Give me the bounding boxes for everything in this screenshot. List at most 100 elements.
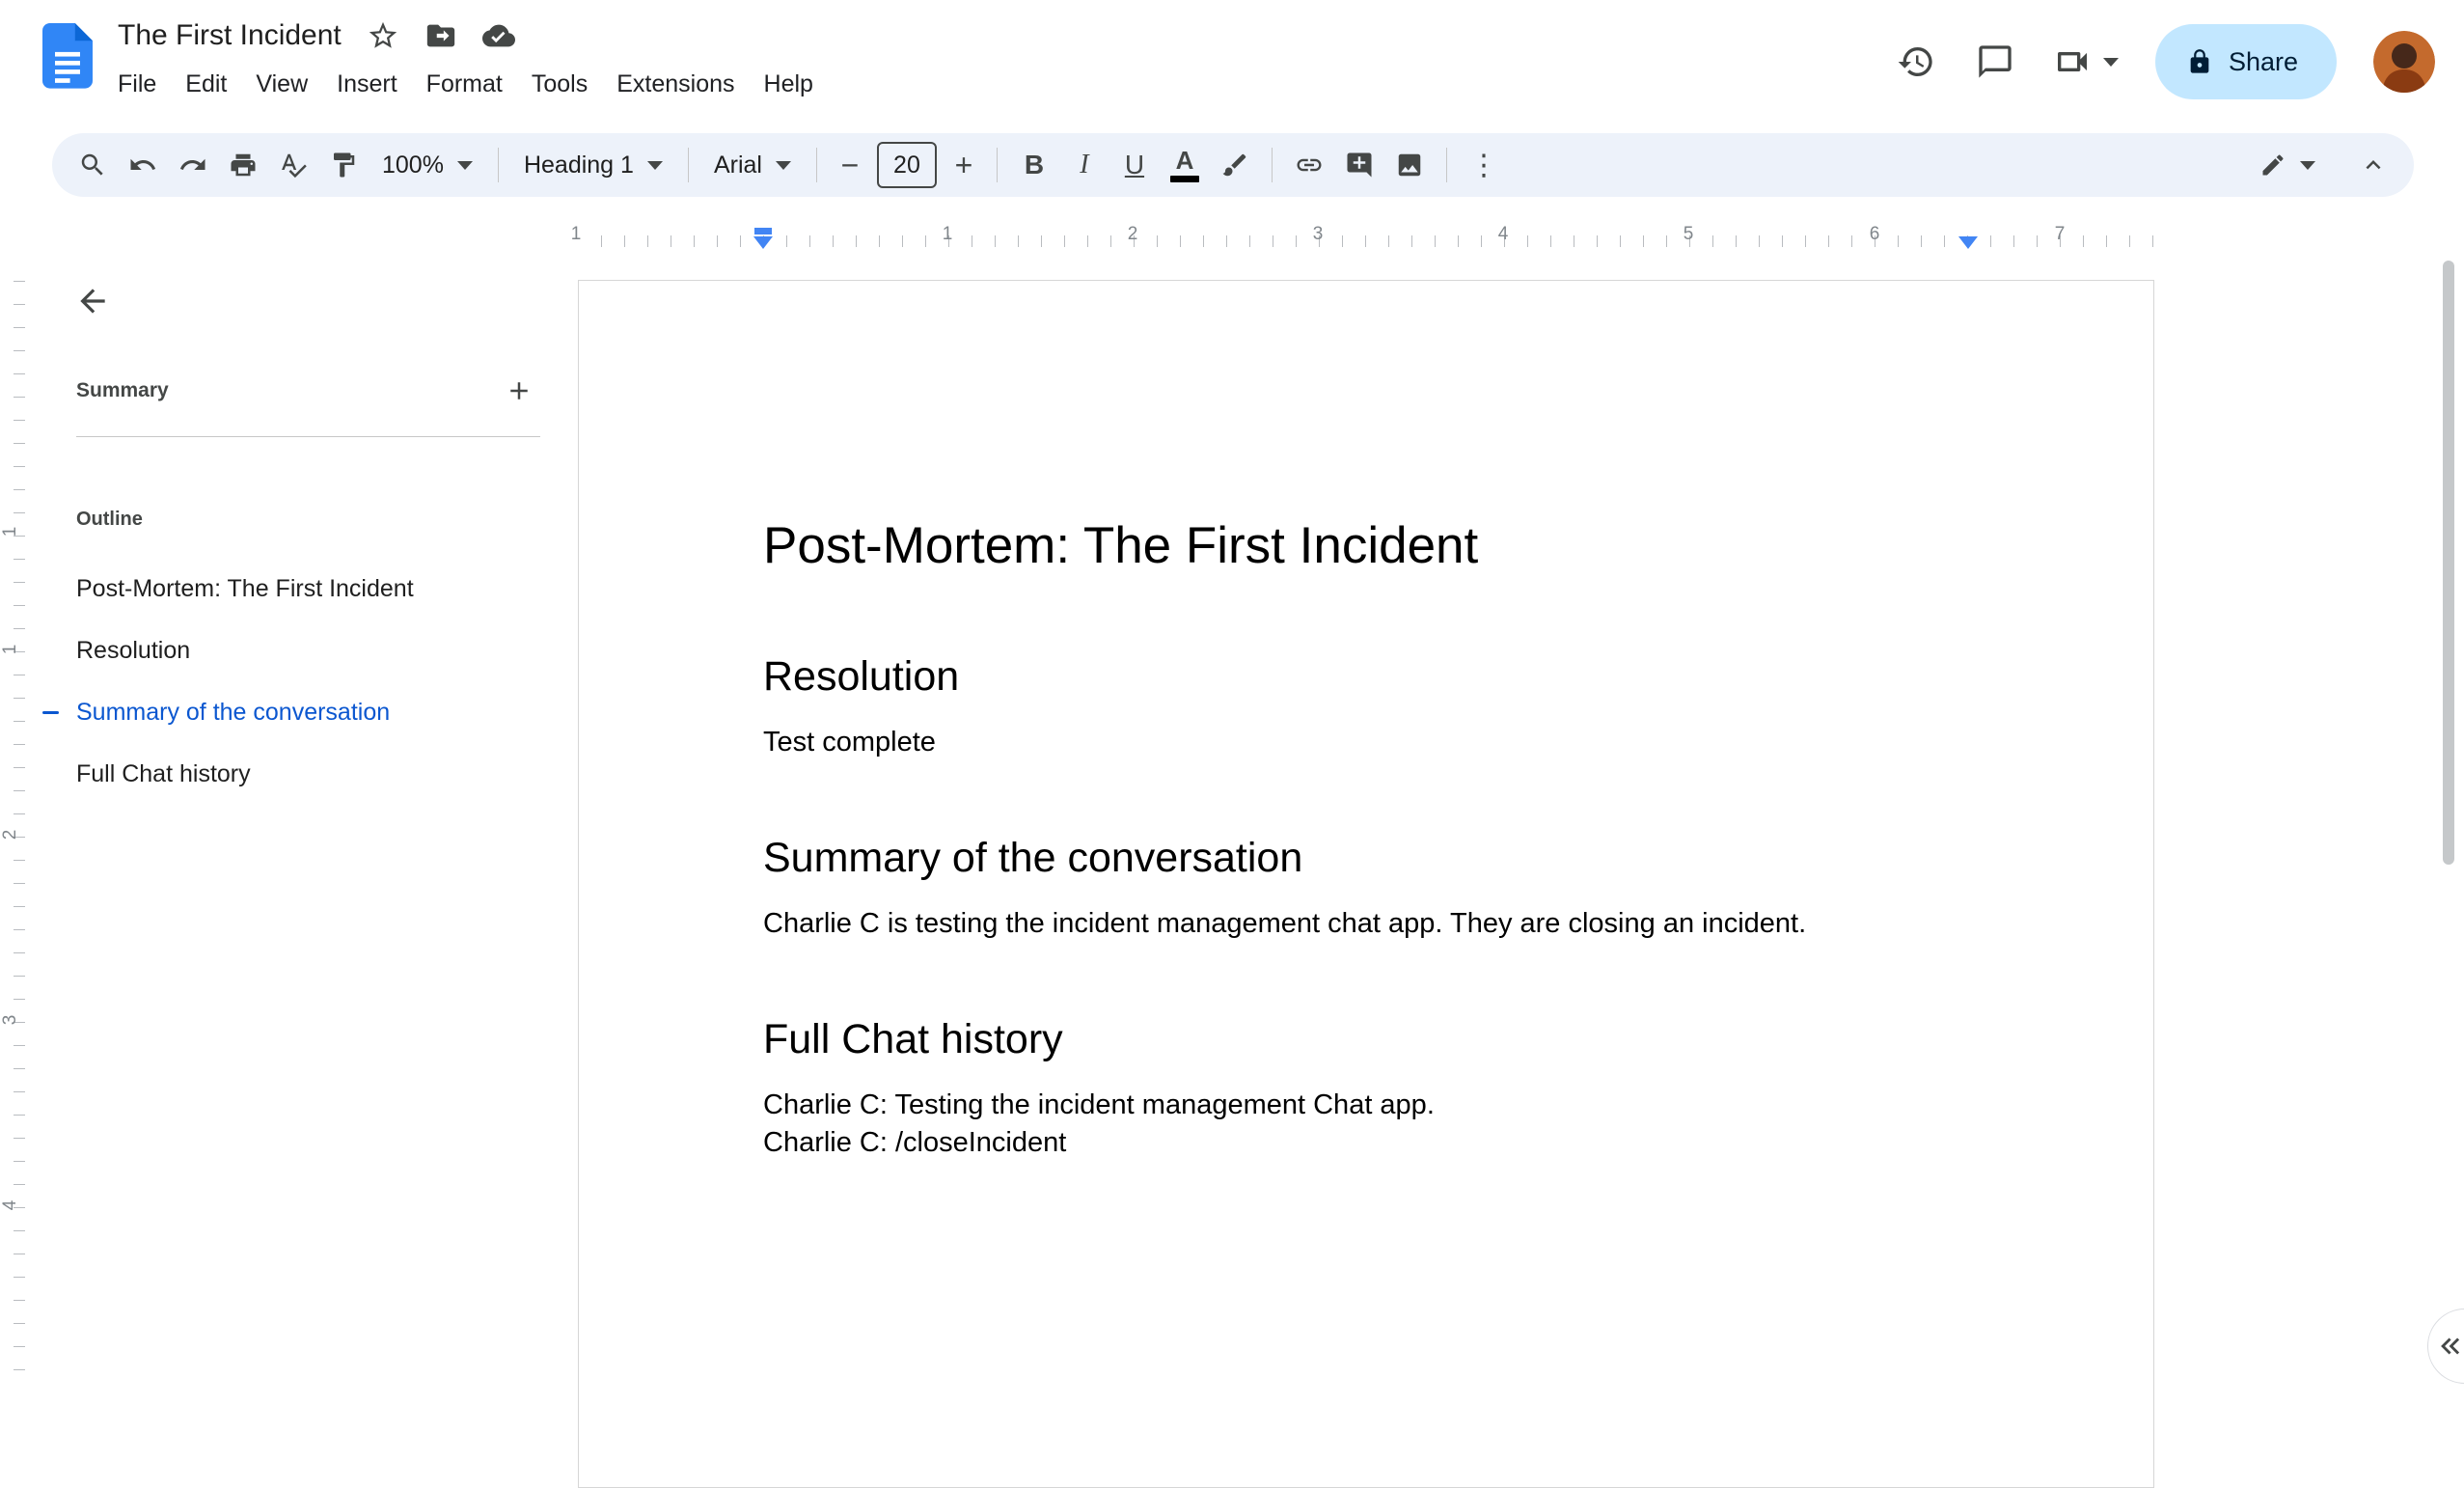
vertical-ruler: 1 1 2 3 4 — [0, 259, 33, 1379]
doc-paragraph[interactable]: Charlie C: /closeIncident — [763, 1124, 1970, 1162]
search-icon[interactable] — [68, 140, 118, 190]
outline-item[interactable]: Resolution — [33, 620, 575, 681]
font-family-select[interactable]: Arial — [700, 140, 805, 190]
left-indent-marker[interactable] — [753, 236, 773, 249]
move-folder-icon[interactable] — [424, 19, 457, 52]
sidebar-divider — [76, 436, 540, 437]
toolbar-separator — [815, 148, 817, 182]
outline-list: Post-Mortem: The First Incident Resoluti… — [33, 558, 575, 805]
increase-font-size-button[interactable]: + — [943, 140, 985, 190]
ruler-number: 1 — [0, 644, 20, 655]
collapse-panel-button[interactable] — [2427, 1309, 2464, 1384]
document-page[interactable]: Post-Mortem: The First Incident Resoluti… — [578, 280, 2154, 1488]
bold-button[interactable]: B — [1009, 140, 1059, 190]
first-line-indent-marker[interactable] — [754, 228, 772, 234]
menu-insert[interactable]: Insert — [322, 64, 412, 105]
paint-format-icon[interactable] — [318, 140, 369, 190]
app-header: The First Incident File Edit View Insert… — [0, 0, 2464, 133]
back-arrow-icon[interactable] — [62, 270, 123, 332]
ruler-number: 1 — [570, 224, 582, 244]
chevron-down-icon — [456, 160, 473, 170]
redo-icon[interactable] — [168, 140, 218, 190]
ruler-number: 1 — [0, 526, 20, 537]
outline-item[interactable]: Full Chat history — [33, 743, 575, 805]
add-comment-icon[interactable] — [1334, 140, 1384, 190]
ruler-number: 1 — [942, 224, 953, 244]
toolbar-separator — [687, 148, 689, 182]
add-summary-icon[interactable] — [498, 370, 540, 412]
ruler-number: 2 — [0, 829, 20, 840]
ruler-ticks — [579, 235, 2153, 247]
doc-heading-2[interactable]: Resolution — [763, 649, 1970, 704]
paragraph-style-select[interactable]: Heading 1 — [510, 140, 676, 190]
menu-extensions[interactable]: Extensions — [602, 64, 749, 105]
underline-button[interactable]: U — [1109, 140, 1160, 190]
doc-heading-2[interactable]: Summary of the conversation — [763, 831, 1970, 886]
cloud-status-icon[interactable] — [481, 19, 515, 52]
document-title[interactable]: The First Incident — [118, 19, 342, 52]
horizontal-ruler: 1 1 2 3 4 5 6 7 — [0, 220, 2464, 255]
toolbar-separator — [1445, 148, 1447, 182]
font-size-input[interactable]: 20 — [876, 142, 937, 188]
outline-item-active[interactable]: Summary of the conversation — [33, 681, 575, 743]
document-body[interactable]: Post-Mortem: The First Incident Resoluti… — [579, 281, 2153, 1162]
chevron-down-icon — [2102, 57, 2119, 67]
zoom-select[interactable]: 100% — [369, 140, 486, 190]
vertical-scrollbar[interactable] — [2443, 261, 2454, 865]
editing-mode-select[interactable] — [2246, 140, 2329, 190]
doc-paragraph[interactable]: Charlie C is testing the incident manage… — [763, 905, 1970, 943]
share-button[interactable]: Share — [2154, 24, 2337, 99]
insert-link-icon[interactable] — [1284, 140, 1334, 190]
chevron-down-icon — [2300, 160, 2315, 170]
ruler-number: 3 — [0, 1014, 20, 1026]
toolbar-separator — [1271, 148, 1273, 182]
docs-logo-icon[interactable] — [42, 23, 93, 91]
right-indent-marker[interactable] — [1958, 236, 1978, 249]
menu-help[interactable]: Help — [750, 64, 828, 105]
star-icon[interactable] — [367, 19, 399, 52]
doc-paragraph[interactable]: Test complete — [763, 724, 1970, 761]
decrease-font-size-button[interactable]: − — [829, 140, 871, 190]
undo-icon[interactable] — [118, 140, 168, 190]
font-family-value: Arial — [713, 151, 762, 179]
doc-heading-2[interactable]: Full Chat history — [763, 1012, 1970, 1067]
menu-file[interactable]: File — [103, 64, 171, 105]
chevron-down-icon — [646, 160, 663, 170]
insert-image-icon[interactable] — [1384, 140, 1435, 190]
ruler-number: 5 — [1683, 224, 1694, 244]
comments-icon[interactable] — [1974, 41, 2016, 83]
outline-item[interactable]: Post-Mortem: The First Incident — [33, 558, 575, 620]
doc-paragraph[interactable]: Charlie C: Testing the incident manageme… — [763, 1087, 1970, 1124]
ruler-number: 4 — [1497, 224, 1509, 244]
title-area: The First Incident File Edit View Insert… — [118, 12, 828, 105]
outline-sidebar: Summary Outline Post-Mortem: The First I… — [33, 261, 575, 805]
doc-heading-1[interactable]: Post-Mortem: The First Incident — [763, 512, 1970, 580]
collapse-toolbar-icon[interactable] — [2348, 140, 2398, 190]
meet-video-button[interactable] — [2053, 42, 2119, 81]
menu-tools[interactable]: Tools — [517, 64, 602, 105]
menu-format[interactable]: Format — [412, 64, 517, 105]
menu-view[interactable]: View — [241, 64, 322, 105]
text-color-button[interactable]: A — [1160, 140, 1210, 190]
share-label: Share — [2228, 46, 2298, 76]
spellcheck-icon[interactable] — [268, 140, 318, 190]
avatar[interactable] — [2373, 31, 2435, 93]
more-options-button[interactable]: ⋮ — [1459, 140, 1509, 190]
highlight-color-icon[interactable] — [1210, 140, 1260, 190]
ruler-number: 3 — [1312, 224, 1324, 244]
print-icon[interactable] — [218, 140, 268, 190]
zoom-value: 100% — [382, 151, 444, 179]
version-history-icon[interactable] — [1895, 41, 1937, 83]
double-chevron-left-icon — [2441, 1337, 2460, 1355]
italic-button[interactable]: I — [1059, 140, 1109, 190]
pencil-icon — [2262, 154, 2284, 176]
menu-edit[interactable]: Edit — [171, 64, 241, 105]
ruler-number: 6 — [1869, 224, 1880, 244]
menu-bar: File Edit View Insert Format Tools Exten… — [103, 64, 828, 105]
ruler-number: 4 — [0, 1199, 20, 1211]
ruler-number: 7 — [2054, 224, 2066, 244]
text-color-swatch — [1169, 176, 1199, 182]
active-item-dash — [42, 711, 59, 714]
summary-label: Summary — [76, 379, 169, 401]
paragraph-style-value: Heading 1 — [523, 151, 634, 179]
